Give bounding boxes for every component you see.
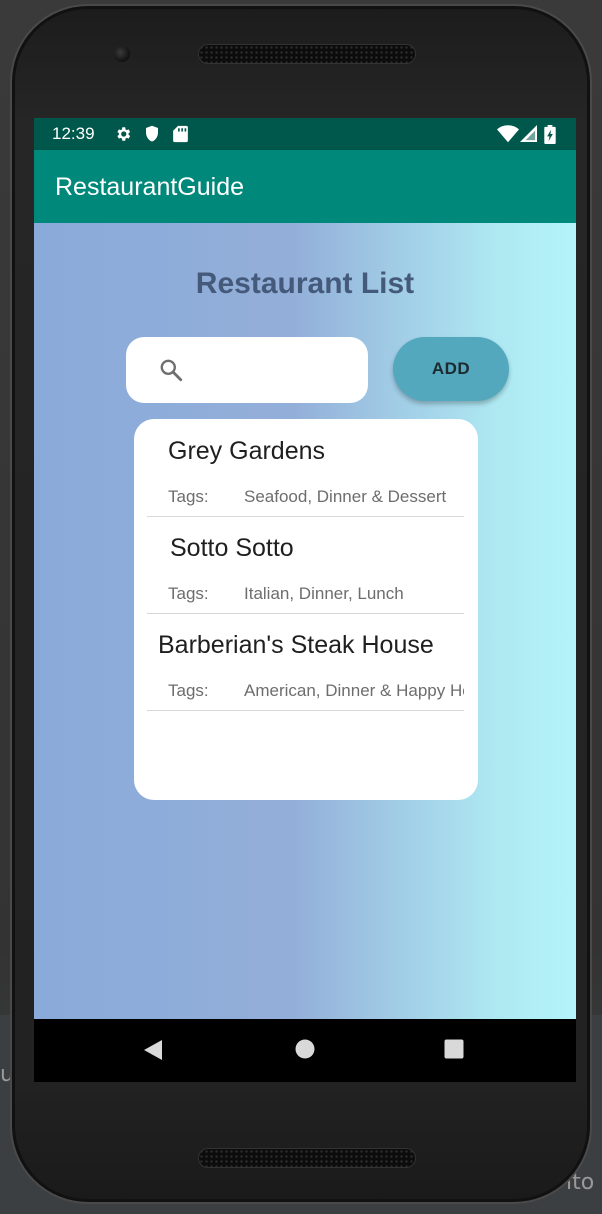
restaurant-list-card: Grey Gardens Tags: Seafood, Dinner & Des… (134, 419, 478, 800)
front-camera (114, 46, 130, 62)
battery-charging-icon (544, 125, 556, 144)
status-time: 12:39 (52, 124, 95, 143)
recents-icon[interactable] (444, 1039, 464, 1059)
page-title: Restaurant List (195, 267, 415, 300)
bottom-speaker-grille (198, 1148, 416, 1168)
device-screen: 12:39 RestaurantGuide Restaurant List AD… (34, 118, 576, 1082)
top-speaker-grille (198, 44, 416, 64)
restaurant-name: Grey Gardens (168, 437, 326, 465)
back-icon[interactable] (142, 1039, 164, 1061)
restaurant-name: Barberian's Steak House (158, 631, 434, 659)
tags-label: Tags: (168, 584, 209, 603)
list-item[interactable]: Sotto Sotto Tags: Italian, Dinner, Lunch (147, 516, 464, 614)
app-title: RestaurantGuide (55, 173, 245, 201)
signal-icon (520, 125, 537, 142)
wifi-icon (497, 125, 519, 143)
shield-icon (146, 125, 158, 142)
tags-label: Tags: (168, 681, 209, 700)
home-icon[interactable] (295, 1039, 315, 1059)
restaurant-tags: Italian, Dinner, Lunch (244, 584, 404, 603)
sd-card-icon (173, 125, 188, 143)
app-bar: RestaurantGuide (34, 150, 576, 223)
main-content: Restaurant List ADD Grey Gardens Tags: S… (34, 223, 576, 1019)
search-field[interactable] (126, 337, 368, 403)
tags-label: Tags: (168, 487, 209, 506)
search-icon (160, 359, 183, 382)
list-item[interactable]: Grey Gardens Tags: Seafood, Dinner & Des… (147, 419, 464, 517)
add-button[interactable]: ADD (393, 337, 509, 401)
list-item[interactable]: Barberian's Steak House Tags: American, … (147, 613, 464, 711)
restaurant-tags: American, Dinner & Happy Hour (244, 681, 464, 700)
restaurant-tags: Seafood, Dinner & Dessert (244, 487, 447, 506)
restaurant-name: Sotto Sotto (170, 534, 294, 562)
settings-gear-icon (117, 127, 131, 141)
navigation-bar (34, 1019, 576, 1082)
status-bar: 12:39 (34, 118, 576, 150)
